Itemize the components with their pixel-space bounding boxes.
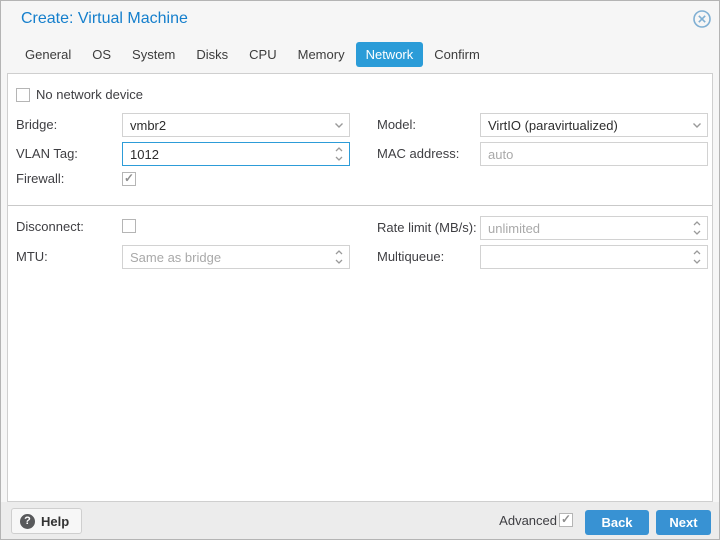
spinner-up-down-icon[interactable] <box>691 217 703 239</box>
mtu-label: MTU: <box>16 249 48 264</box>
chevron-down-icon[interactable] <box>691 114 703 136</box>
tab-memory[interactable]: Memory <box>288 42 355 67</box>
firewall-label: Firewall: <box>16 171 65 186</box>
rate-limit-label: Rate limit (MB/s): <box>377 220 477 235</box>
firewall-checkbox[interactable] <box>122 171 136 186</box>
disconnect-label: Disconnect: <box>16 219 84 234</box>
tab-cpu[interactable]: CPU <box>239 42 286 67</box>
tab-network[interactable]: Network <box>355 41 424 67</box>
next-button[interactable]: Next <box>656 510 711 535</box>
section-separator <box>8 205 712 206</box>
spinner-up-down-icon[interactable] <box>333 143 345 165</box>
bridge-value: vmbr2 <box>130 117 167 133</box>
bridge-label: Bridge: <box>16 117 58 132</box>
dialog-footer: ? Help Advanced Back Next <box>1 502 719 539</box>
disconnect-checkbox[interactable] <box>122 219 136 233</box>
tab-bar: General OS System Disks CPU Memory Netwo… <box>15 41 491 67</box>
no-network-device-label: No network device <box>36 87 143 102</box>
rate-limit-spinner[interactable]: unlimited <box>480 216 708 240</box>
dialog-title: Create: Virtual Machine <box>21 10 188 27</box>
tab-confirm[interactable]: Confirm <box>424 42 490 67</box>
model-label: Model: <box>377 117 417 132</box>
mac-address-input[interactable]: auto <box>480 142 708 166</box>
create-vm-dialog: Create: Virtual Machine General OS Syste… <box>0 0 720 540</box>
mtu-placeholder: Same as bridge <box>130 249 222 265</box>
help-button-label: Help <box>41 513 70 529</box>
vlan-tag-value: 1012 <box>130 146 159 162</box>
tab-system[interactable]: System <box>122 42 185 67</box>
mac-address-label: MAC address: <box>377 146 460 161</box>
advanced-label: Advanced <box>499 513 557 528</box>
close-icon[interactable] <box>692 9 712 29</box>
help-question-icon: ? <box>20 513 35 529</box>
rate-limit-placeholder: unlimited <box>488 220 541 236</box>
chevron-down-icon[interactable] <box>333 114 345 136</box>
advanced-checkbox[interactable] <box>559 512 573 527</box>
spinner-up-down-icon[interactable] <box>691 246 703 268</box>
mtu-spinner[interactable]: Same as bridge <box>122 245 350 269</box>
tab-disks[interactable]: Disks <box>186 42 238 67</box>
vlan-tag-label: VLAN Tag: <box>16 146 78 161</box>
spinner-up-down-icon[interactable] <box>333 246 345 268</box>
vlan-tag-spinner[interactable]: 1012 <box>122 142 350 166</box>
multiqueue-label: Multiqueue: <box>377 249 445 264</box>
help-button[interactable]: ? Help <box>11 508 83 534</box>
model-combobox[interactable]: VirtIO (paravirtualized) <box>480 113 708 137</box>
mac-address-placeholder: auto <box>488 146 514 162</box>
back-button[interactable]: Back <box>585 510 649 535</box>
model-value: VirtIO (paravirtualized) <box>488 117 618 133</box>
tab-general[interactable]: General <box>15 42 81 67</box>
multiqueue-spinner[interactable] <box>480 245 708 269</box>
tab-os[interactable]: OS <box>82 42 121 67</box>
network-form-panel: No network device Bridge: vmbr2 Model: V… <box>7 73 713 502</box>
no-network-device-checkbox[interactable] <box>16 88 30 102</box>
bridge-combobox[interactable]: vmbr2 <box>122 113 350 137</box>
